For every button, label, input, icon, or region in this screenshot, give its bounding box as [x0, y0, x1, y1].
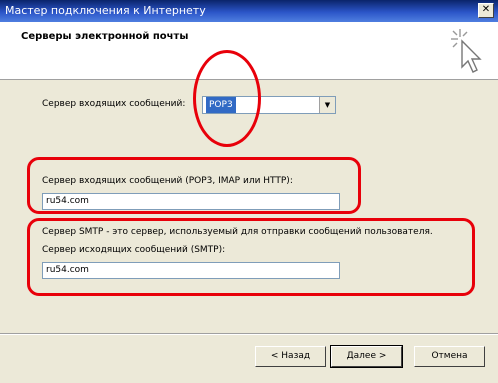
incoming-type-value: POP3 [206, 97, 236, 113]
incoming-server-input[interactable]: ru54.com [42, 193, 340, 210]
incoming-type-select[interactable]: POP3 ▼ [202, 96, 336, 114]
smtp-description: Сервер SMTP - это сервер, используемый д… [42, 227, 433, 237]
close-button[interactable]: ✕ [478, 3, 494, 18]
wizard-cursor-icon [451, 29, 482, 73]
cancel-button[interactable]: Отмена [414, 346, 485, 367]
chevron-down-icon[interactable]: ▼ [319, 97, 335, 113]
incoming-type-label: Сервер входящих сообщений: [42, 99, 186, 109]
page-title: Серверы электронной почты [21, 31, 189, 42]
next-button[interactable]: Далее > [330, 345, 403, 368]
smtp-server-label: Сервер исходящих сообщений (SMTP): [42, 245, 226, 255]
window-title: Мастер подключения к Интернету [5, 4, 206, 17]
title-bar: Мастер подключения к Интернету ✕ [0, 0, 498, 22]
incoming-server-label: Сервер входящих сообщений (POP3, IMAP ил… [42, 176, 293, 186]
smtp-server-input[interactable]: ru54.com [42, 262, 340, 279]
back-button[interactable]: < Назад [255, 346, 326, 367]
wizard-header: Серверы электронной почты [0, 22, 498, 80]
divider [0, 333, 498, 335]
